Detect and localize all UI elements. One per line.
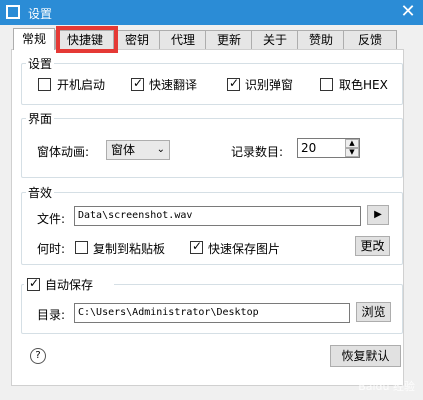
watermark: Baidu 经验 xyxy=(358,380,415,393)
chevron-down-icon: ⌄ xyxy=(156,144,165,155)
copy-clipboard-checkbox[interactable] xyxy=(75,241,88,254)
color-hex-label: 取色HEX xyxy=(339,78,388,92)
tab-shortcuts[interactable]: 快捷键 xyxy=(55,30,115,49)
copy-clipboard-label: 复制到粘贴板 xyxy=(93,242,166,256)
record-count-label: 记录数目: xyxy=(231,145,284,159)
help-icon[interactable]: ? xyxy=(30,348,46,364)
sound-group-title: 音效 xyxy=(26,184,55,201)
animation-label: 窗体动画: xyxy=(37,145,90,159)
tab-update[interactable]: 更新 xyxy=(205,30,253,49)
restore-defaults-button[interactable]: 恢复默认 xyxy=(330,345,401,367)
change-button[interactable]: 更改 xyxy=(355,236,390,256)
app-icon xyxy=(6,5,20,19)
startup-checkbox[interactable] xyxy=(38,78,51,91)
quick-save-label: 快速保存图片 xyxy=(208,242,281,256)
animation-select[interactable]: 窗体 ⌄ xyxy=(106,140,170,160)
tab-strip: 常规 快捷键 密钥 代理 更新 关于 赞助 反馈 xyxy=(13,28,403,50)
stepper-up-icon[interactable]: ▲ xyxy=(345,139,359,148)
animation-value: 窗体 xyxy=(111,143,136,157)
tab-sponsor[interactable]: 赞助 xyxy=(297,30,345,49)
dir-input[interactable]: C:\Users\Administrator\Desktop xyxy=(74,303,350,323)
recognize-window-checkbox[interactable]: ✓ xyxy=(227,76,240,91)
record-count-stepper[interactable]: ▲ ▼ xyxy=(345,139,359,157)
title-bar xyxy=(0,0,423,25)
sound-file-input[interactable]: Data\screenshot.wav xyxy=(74,206,361,226)
color-hex-checkbox[interactable] xyxy=(320,78,333,91)
check-icon: ✓ xyxy=(229,76,240,90)
quick-translate-label: 快速翻译 xyxy=(149,78,198,92)
close-icon[interactable]: ✕ xyxy=(398,3,418,21)
play-icon: ▶ xyxy=(374,209,382,220)
interface-group-title: 界面 xyxy=(26,110,55,127)
autosave-checkbox[interactable]: ✓ xyxy=(27,276,40,291)
tab-feedback[interactable]: 反馈 xyxy=(343,30,397,49)
tab-keys[interactable]: 密钥 xyxy=(113,30,161,49)
settings-group-title: 设置 xyxy=(26,55,55,72)
check-icon: ✓ xyxy=(29,276,40,290)
quick-translate-checkbox[interactable]: ✓ xyxy=(131,76,144,91)
tab-general[interactable]: 常规 xyxy=(13,28,55,50)
tab-about[interactable]: 关于 xyxy=(251,30,299,49)
record-count-value: 20 xyxy=(301,141,317,155)
tab-proxy[interactable]: 代理 xyxy=(159,30,207,49)
check-icon: ✓ xyxy=(192,239,203,253)
check-icon: ✓ xyxy=(133,76,144,90)
dir-label: 目录: xyxy=(37,308,66,322)
stepper-down-icon[interactable]: ▼ xyxy=(345,148,359,157)
browse-button[interactable]: 浏览 xyxy=(356,302,391,322)
play-button[interactable]: ▶ xyxy=(367,205,389,225)
autosave-title: 自动保存 xyxy=(45,278,94,292)
window-title: 设置 xyxy=(28,7,53,21)
sound-file-label: 文件: xyxy=(37,212,66,226)
sound-when-label: 何时: xyxy=(37,242,66,256)
startup-label: 开机启动 xyxy=(57,78,106,92)
recognize-window-label: 识别弹窗 xyxy=(245,78,294,92)
quick-save-checkbox[interactable]: ✓ xyxy=(190,239,203,254)
